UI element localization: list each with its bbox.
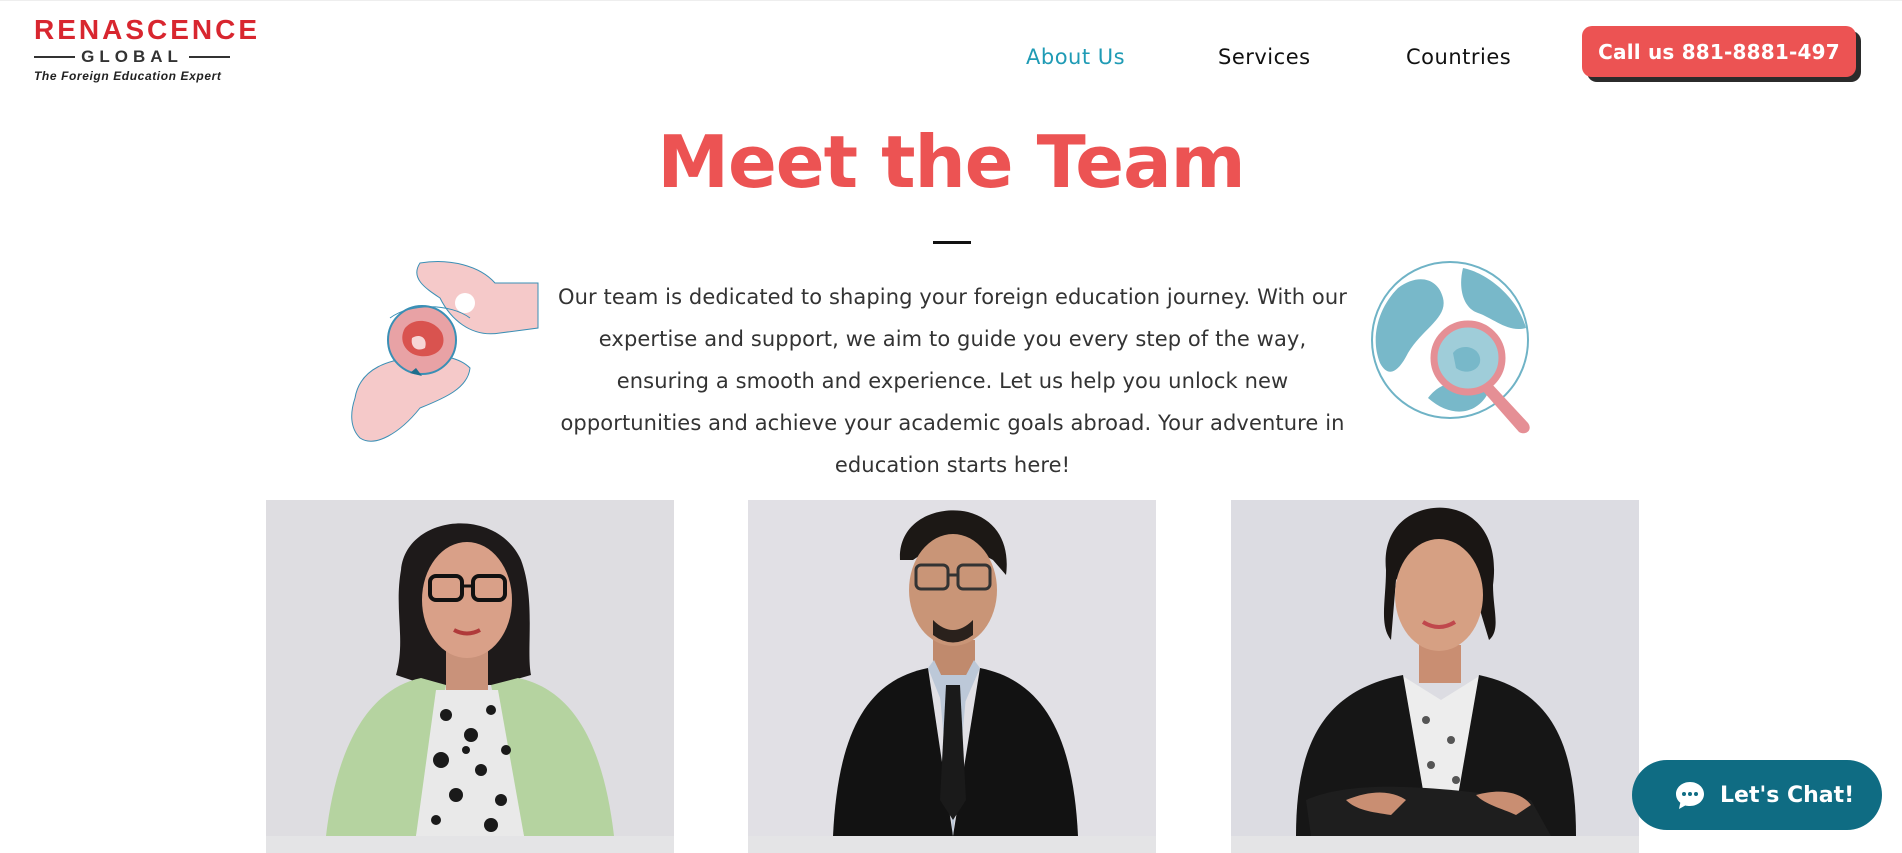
site-header: RENASCENCE GLOBAL The Foreign Education … [0, 0, 1902, 100]
team-member-photo [1231, 500, 1639, 836]
team-member-card[interactable] [1231, 500, 1639, 853]
card-footer [1231, 836, 1639, 853]
logo-wordmark: RENASCENCE [34, 14, 261, 45]
globe-magnifier-illustration [1371, 261, 1530, 434]
nav-countries[interactable]: Countries [1406, 45, 1511, 69]
chat-bubble-icon [1676, 782, 1704, 809]
logo-tagline: The Foreign Education Expert [34, 69, 222, 83]
team-member-card[interactable] [748, 500, 1156, 853]
nav-about-us[interactable]: About Us [1026, 45, 1125, 69]
lets-chat-button[interactable]: Let's Chat! [1632, 760, 1882, 830]
chat-label: Let's Chat! [1720, 782, 1855, 808]
team-member-card[interactable] [266, 500, 674, 853]
logo-divider [188, 56, 230, 58]
page-title: Meet the Team [657, 120, 1245, 204]
team-intro-text: Our team is dedicated to shaping your fo… [557, 285, 1348, 477]
logo-subline: GLOBAL [34, 47, 230, 67]
card-footer [748, 836, 1156, 853]
team-member-photo [748, 500, 1156, 836]
call-us-button[interactable]: Call us 881-8881-497 [1582, 26, 1856, 77]
logo-divider [34, 56, 76, 58]
title-divider [933, 241, 971, 244]
card-footer [266, 836, 674, 853]
site-logo[interactable]: RENASCENCE GLOBAL The Foreign Education … [34, 14, 261, 85]
team-member-photo [266, 500, 674, 836]
hands-globe-illustration [351, 261, 539, 442]
logo-subtitle: GLOBAL [81, 47, 183, 66]
nav-services[interactable]: Services [1218, 45, 1311, 69]
